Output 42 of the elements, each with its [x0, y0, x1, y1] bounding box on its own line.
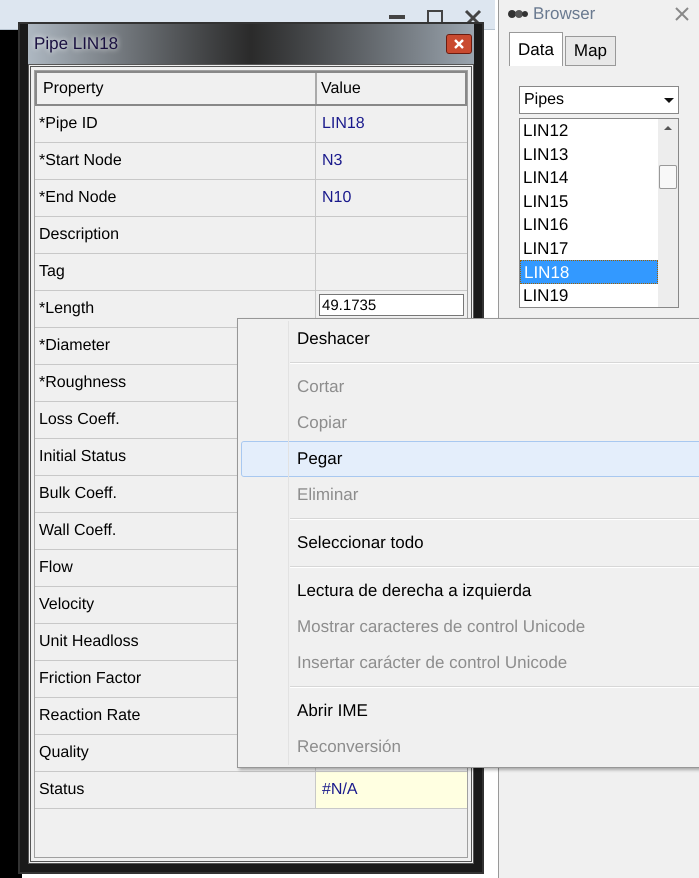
tab[interactable]: Data	[509, 32, 563, 66]
property-label: Tag	[39, 262, 65, 282]
tab[interactable]: Map	[564, 36, 616, 66]
property-label: *Diameter	[39, 336, 110, 356]
table-cell-text: LIN18	[322, 114, 365, 134]
value-input-field[interactable]: 49.1735	[319, 294, 464, 316]
property-label: Reaction Rate	[39, 706, 140, 726]
window-title: Pipe LIN18	[34, 33, 118, 56]
list-item[interactable]: LIN16	[520, 213, 658, 236]
property-label: Flow	[39, 558, 73, 578]
property-label: Initial Status	[39, 447, 126, 467]
menu-item[interactable]: Abrir IME	[241, 693, 699, 729]
property-label: Status	[39, 780, 84, 800]
property-label: Velocity	[39, 595, 94, 615]
list-item[interactable]: LIN15	[520, 190, 658, 213]
property-label: Loss Coeff.	[39, 410, 120, 430]
list-item[interactable]: LIN12	[520, 119, 658, 142]
property-label: *End Node	[39, 188, 116, 208]
property-label: Description	[39, 225, 120, 245]
property-label: Friction Factor	[39, 669, 142, 689]
property-label: Bulk Coeff.	[39, 484, 117, 504]
panel-title: Browser	[533, 3, 596, 26]
property-label: *Length	[39, 299, 94, 319]
property-label: Wall Coeff.	[39, 521, 116, 541]
property-label: Unit Headloss	[39, 632, 139, 652]
menu-item[interactable]: Seleccionar todo	[241, 525, 699, 561]
property-label: *Pipe ID	[39, 114, 98, 134]
list-item[interactable]: LIN17	[520, 236, 658, 260]
property-label: Quality	[39, 743, 89, 763]
menu-item[interactable]: Deshacer	[241, 321, 699, 357]
list-item[interactable]: LIN14	[520, 166, 658, 190]
table-cell-text: N10	[322, 188, 352, 208]
list-item[interactable]: LIN13	[520, 142, 658, 166]
column-header[interactable]: Property	[37, 73, 315, 104]
menu-item[interactable]: Pegar	[241, 441, 699, 477]
property-label: *Roughness	[39, 373, 126, 393]
table-cell-text: #N/A	[322, 780, 358, 800]
menu-item[interactable]: Lectura de derecha a izquierda	[241, 573, 699, 609]
column-header[interactable]: Value	[315, 73, 465, 104]
list-item[interactable]: LIN19	[520, 284, 658, 307]
table-cell-text: N3	[322, 151, 342, 171]
property-label: *Start Node	[39, 151, 122, 171]
